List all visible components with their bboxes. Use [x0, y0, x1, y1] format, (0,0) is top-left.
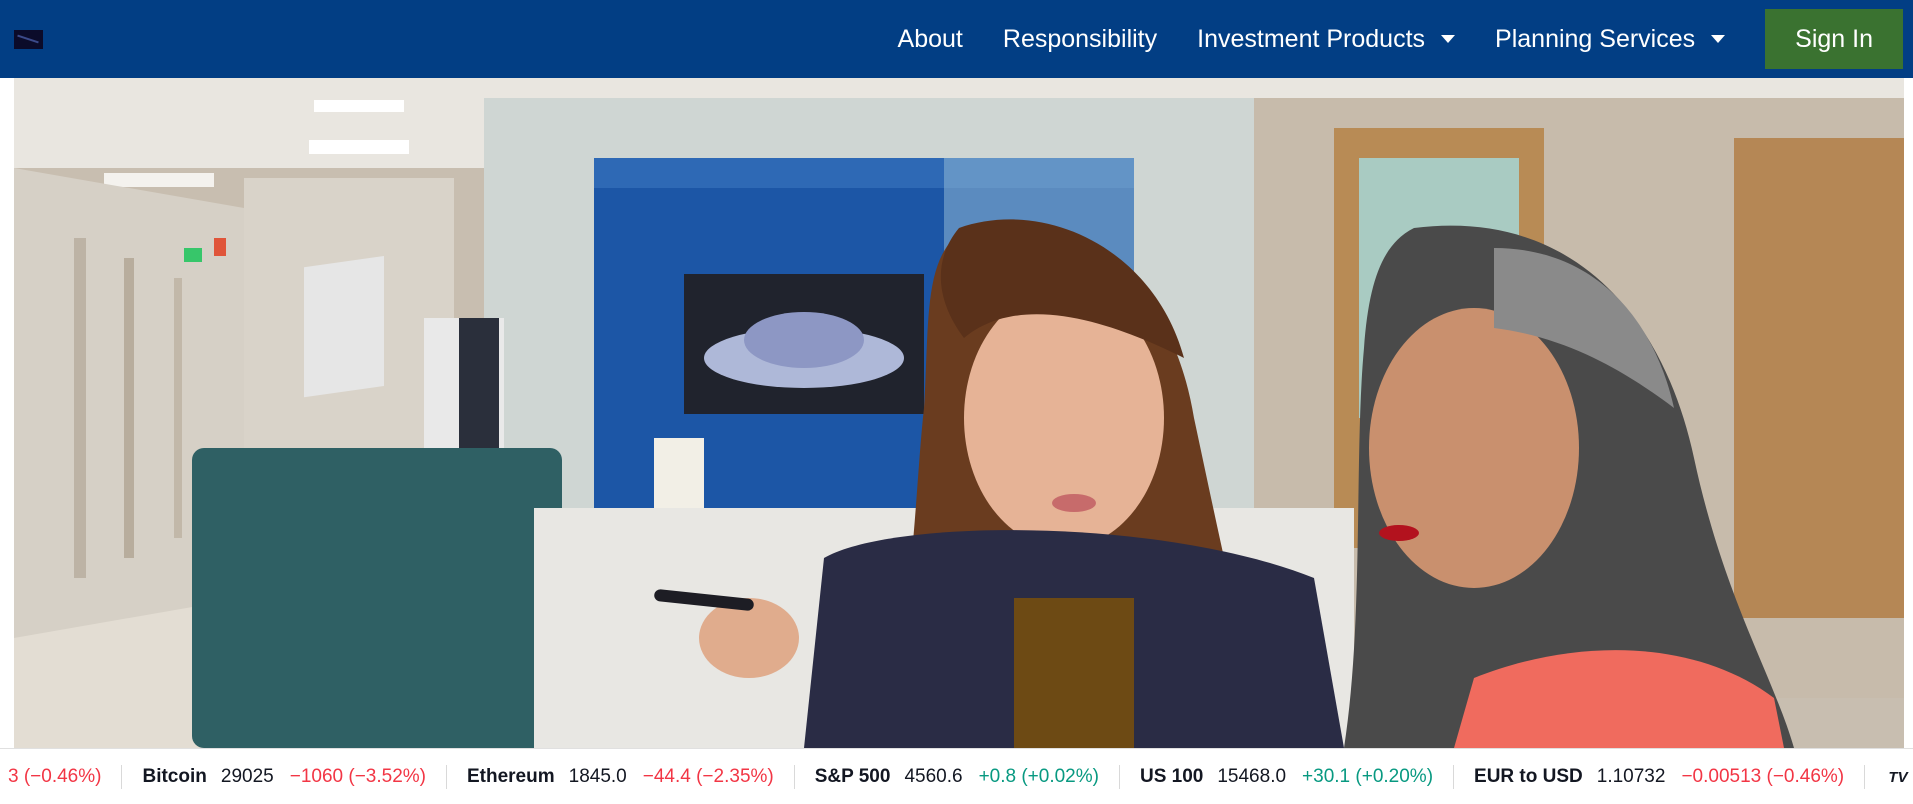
nav-link-about[interactable]: About	[878, 25, 983, 54]
ticker-item-bitcoin[interactable]: Bitcoin 29025 −1060 (−3.52%)	[122, 764, 447, 789]
ticker-price: 29025	[220, 765, 274, 787]
ticker-item-sp500[interactable]: S&P 500 4560.6 +0.8 (+0.02%)	[795, 764, 1120, 789]
office-photo-icon	[14, 78, 1904, 748]
ticker-item-partial[interactable]: 3 (−0.46%)	[0, 764, 123, 789]
ticker-symbol: Ethereum	[466, 765, 555, 787]
ticker-tape: 3 (−0.46%) Bitcoin 29025 −1060 (−3.52%) …	[0, 748, 1913, 804]
sign-in-button[interactable]: Sign In	[1765, 9, 1903, 69]
ticker-item-eur-usd[interactable]: EUR to USD 1.10732 −0.00513 (−0.46%)	[1454, 764, 1866, 789]
sign-in-label: Sign In	[1795, 24, 1873, 53]
tradingview-logo-icon[interactable]: TV	[1883, 763, 1913, 791]
ticker-item-ethereum[interactable]: Ethereum 1845.0 −44.4 (−2.35%)	[447, 764, 795, 789]
hero-image	[14, 78, 1904, 748]
caret-down-icon	[1441, 35, 1456, 43]
nav-link-responsibility[interactable]: Responsibility	[983, 25, 1177, 54]
ticker-symbol: US 100	[1139, 765, 1204, 787]
nav-link-label: Investment Products	[1197, 24, 1426, 53]
ticker-price: 15468.0	[1217, 765, 1287, 787]
top-navbar: About Responsibility Investment Products…	[0, 0, 1913, 78]
ticker-price: 1845.0	[568, 765, 627, 787]
nav-dropdown-investment-products[interactable]: Investment Products	[1177, 25, 1475, 54]
ticker-change: +0.8 (+0.02%)	[978, 765, 1099, 787]
ticker-change: 3 (−0.46%)	[8, 765, 102, 787]
ticker-track: 3 (−0.46%) Bitcoin 29025 −1060 (−3.52%) …	[0, 749, 1866, 804]
ticker-change: −0.00513 (−0.46%)	[1681, 765, 1845, 787]
ticker-change: −44.4 (−2.35%)	[642, 765, 774, 787]
ticker-symbol: S&P 500	[814, 765, 891, 787]
nav-dropdown-planning-services[interactable]: Planning Services	[1475, 25, 1745, 54]
nav-link-label: About	[897, 24, 963, 53]
tradingview-logo-text: TV	[1888, 768, 1908, 786]
ticker-price: 4560.6	[904, 765, 963, 787]
ticker-symbol: EUR to USD	[1474, 765, 1583, 787]
brand-logo[interactable]	[14, 30, 43, 49]
ticker-item-us100[interactable]: US 100 15468.0 +30.1 (+0.20%)	[1120, 764, 1455, 789]
ticker-symbol: Bitcoin	[142, 765, 207, 787]
nav-menu: About Responsibility Investment Products…	[878, 0, 1903, 78]
nav-link-label: Responsibility	[1002, 24, 1158, 53]
ticker-change: −1060 (−3.52%)	[289, 765, 426, 787]
ticker-price: 1.10732	[1596, 765, 1666, 787]
nav-link-label: Planning Services	[1495, 24, 1696, 53]
caret-down-icon	[1711, 35, 1726, 43]
ticker-change: +30.1 (+0.20%)	[1302, 765, 1434, 787]
